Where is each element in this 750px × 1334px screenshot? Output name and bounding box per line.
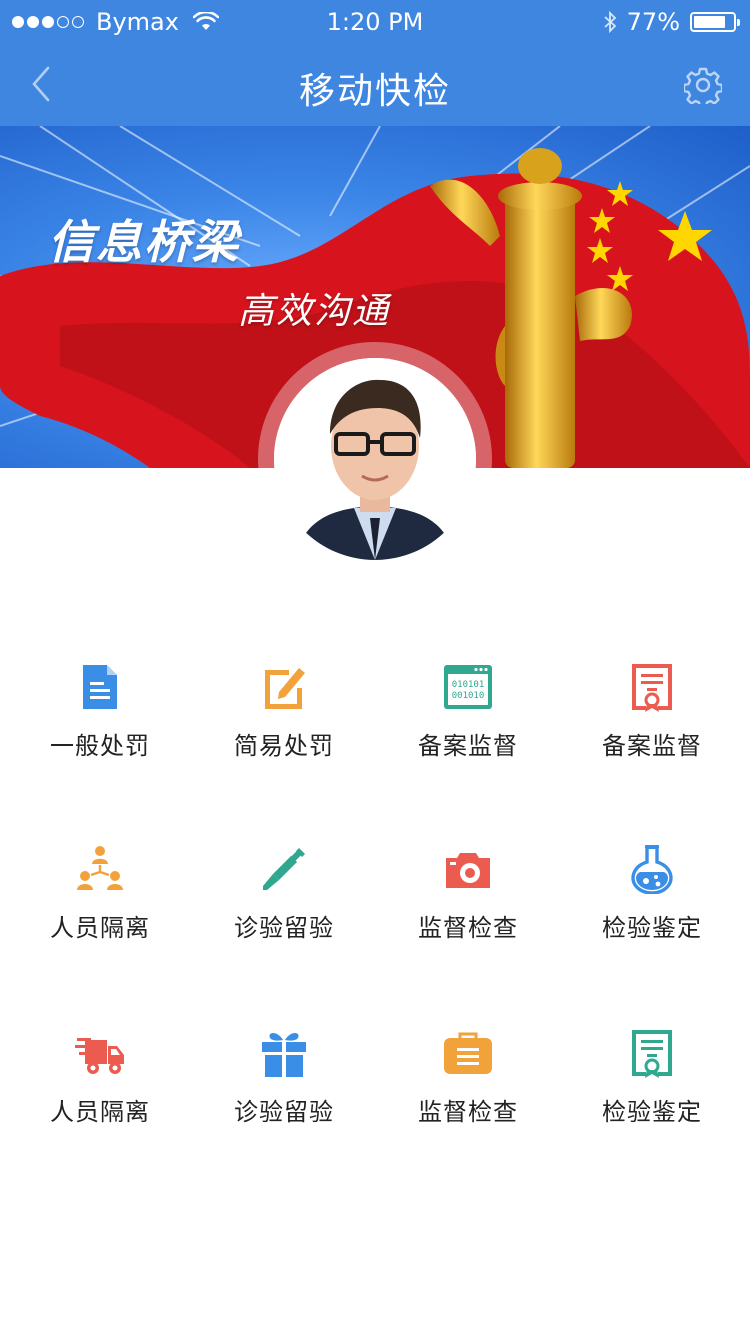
briefcase-icon <box>444 1032 492 1074</box>
menu-item-label: 检验鉴定 <box>602 914 702 942</box>
gear-icon[interactable] <box>684 66 722 104</box>
banner-slogan-sub: 高效沟通 <box>238 291 391 332</box>
menu-item-personnel-isolation-2[interactable]: 人员隔离 <box>8 1006 192 1136</box>
menu-item-label: 诊验留验 <box>234 1098 334 1126</box>
menu-item-simple-penalty[interactable]: 简易处罚 <box>192 640 376 770</box>
certificate-icon <box>632 1030 672 1078</box>
menu-item-label: 备案监督 <box>418 732 518 760</box>
status-bar: Bymax 1:20 PM 77% <box>0 0 750 42</box>
menu-item-quarantine-observation[interactable]: 诊验留验 <box>192 822 376 952</box>
menu-item-quarantine-observation-2[interactable]: 诊验留验 <box>192 1006 376 1136</box>
people-network-icon <box>77 846 123 890</box>
menu-item-filing-supervision-2[interactable]: 备案监督 <box>560 640 744 770</box>
banner-slogan-main: 信息桥梁 <box>48 215 240 269</box>
binary-code-icon: 010101 001010 <box>444 665 492 709</box>
menu-item-test-appraisal-2[interactable]: 检验鉴定 <box>560 1006 744 1136</box>
menu-item-general-penalty[interactable]: 一般处罚 <box>8 640 192 770</box>
navigation-bar: 移动快检 <box>0 42 750 126</box>
status-right: 77% <box>603 8 740 36</box>
document-icon <box>83 665 117 709</box>
svg-text:001010: 001010 <box>452 691 485 701</box>
grid-row: 一般处罚 简易处罚 010101 001010 备案监督 备案监督 <box>0 640 750 770</box>
camera-icon <box>446 853 490 888</box>
menu-item-label: 监督检查 <box>418 914 518 942</box>
menu-item-filing-supervision[interactable]: 010101 001010 备案监督 <box>376 640 560 770</box>
certificate-icon <box>632 664 672 712</box>
menu-item-supervision-inspection[interactable]: 监督检查 <box>376 822 560 952</box>
grid-row: 人员隔离 诊验留验 监督检查 检验鉴定 <box>0 1006 750 1136</box>
gift-icon <box>262 1033 306 1077</box>
page-title: 移动快检 <box>298 71 451 112</box>
menu-item-label: 诊验留验 <box>234 914 334 942</box>
delivery-truck-icon <box>75 1038 124 1074</box>
menu-item-label: 人员隔离 <box>50 914 150 942</box>
syringe-icon <box>263 848 305 890</box>
menu-item-label: 简易处罚 <box>234 732 334 760</box>
menu-item-personnel-isolation[interactable]: 人员隔离 <box>8 822 192 952</box>
flask-icon <box>631 845 673 894</box>
menu-item-test-appraisal[interactable]: 检验鉴定 <box>560 822 744 952</box>
menu-item-label: 监督检查 <box>418 1098 518 1126</box>
battery-percent: 77% <box>626 8 680 36</box>
grid-row: 人员隔离 诊验留验 监督检查 检验鉴定 <box>0 822 750 952</box>
svg-text:010101: 010101 <box>452 680 485 690</box>
menu-item-label: 备案监督 <box>602 732 702 760</box>
battery-icon <box>690 12 740 32</box>
menu-item-label: 一般处罚 <box>50 732 150 760</box>
menu-item-label: 检验鉴定 <box>602 1098 702 1126</box>
menu-item-supervision-inspection-2[interactable]: 监督检查 <box>376 1006 560 1136</box>
bluetooth-icon <box>604 11 616 33</box>
edit-icon <box>265 668 305 709</box>
avatar[interactable] <box>274 358 476 560</box>
user-portrait-icon <box>274 358 476 560</box>
menu-item-label: 人员隔离 <box>50 1098 150 1126</box>
